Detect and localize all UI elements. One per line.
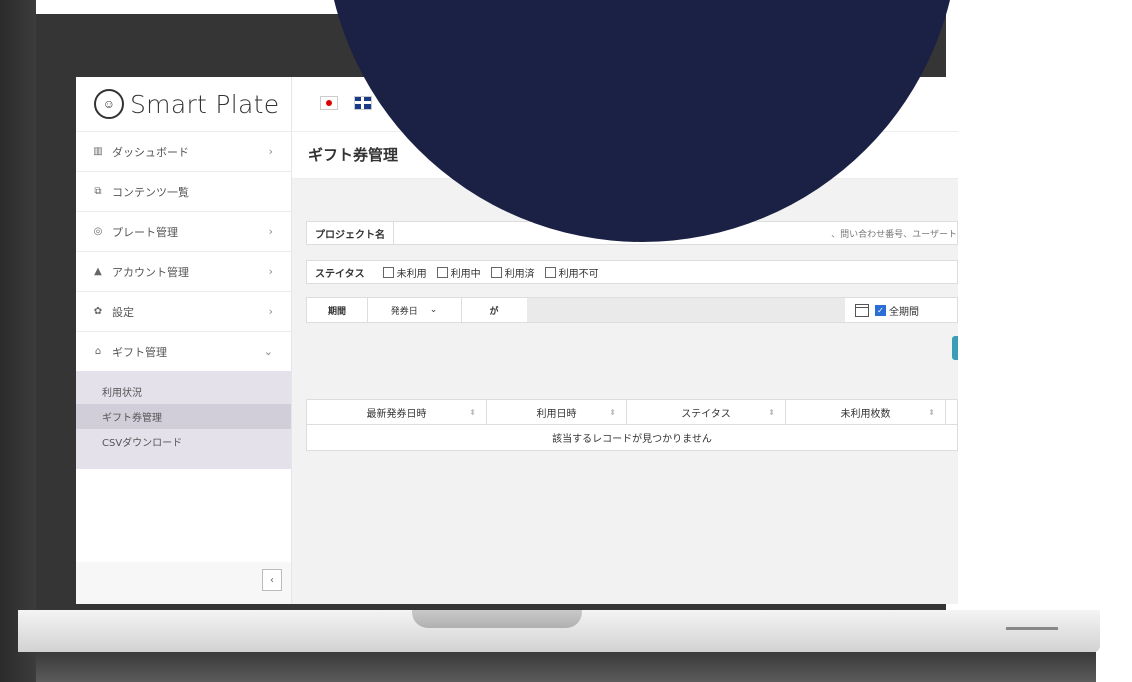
chevron-right-icon: › [268, 265, 273, 278]
table-header: 最新発券日時 ⬍ 利用日時 ⬍ ステイタス ⬍ 未利用枚数 ⬍ [306, 399, 958, 425]
sidebar-item-label: アカウント管理 [112, 265, 189, 279]
sort-icon: ⬍ [768, 407, 775, 417]
project-label: プロジェクト名 [307, 222, 394, 244]
checkbox-label: 利用不可 [558, 268, 599, 280]
gear-icon: ✿ [93, 306, 103, 317]
gift-voucher-table: 最新発券日時 ⬍ 利用日時 ⬍ ステイタス ⬍ 未利用枚数 ⬍ 該当するレコード… [306, 399, 958, 451]
sidebar-item-gift-management[interactable]: ⌂ ギフト管理 ⌄ [76, 331, 291, 371]
gift-submenu: 利用状況 ギフト券管理 CSVダウンロード [76, 371, 291, 469]
column-title: 利用日時 [536, 408, 577, 420]
column-title: 未利用枚数 [840, 408, 891, 420]
submenu-item-csv-download[interactable]: CSVダウンロード [76, 429, 291, 454]
chevron-right-icon: › [268, 225, 273, 238]
all-period-toggle[interactable]: ✓ 全期間 [855, 303, 919, 318]
select-value: 発券日 [390, 306, 418, 317]
app-logo[interactable]: ☺ Smart Plate [76, 77, 291, 131]
sidebar-item-label: ダッシュボード [112, 145, 189, 159]
checkbox-label: 全期間 [889, 307, 919, 318]
column-header[interactable]: 利用日時 ⬍ [487, 400, 627, 424]
sort-icon: ⬍ [609, 407, 616, 417]
column-header[interactable]: 未利用枚数 ⬍ [786, 400, 946, 424]
checkbox-icon [436, 266, 448, 278]
status-label: ステイタス [315, 268, 365, 280]
sidebar-footer [76, 562, 291, 604]
period-label: 期間 [307, 298, 368, 322]
search-button[interactable] [952, 336, 958, 360]
table-empty-row: 該当するレコードが見つかりません [306, 425, 958, 451]
laptop-bottom [36, 652, 1096, 682]
checkbox-icon [382, 266, 394, 278]
sidebar-item-label: 設定 [112, 305, 134, 319]
status-checkbox-used[interactable]: 利用済 [490, 265, 535, 280]
sidebar-item-plate-management[interactable]: ◎ プレート管理 › [76, 211, 291, 251]
status-checkbox-unused[interactable]: 未利用 [382, 265, 427, 280]
empty-message: 該当するレコードが見つかりません [552, 434, 712, 445]
submenu-item-gift-voucher[interactable]: ギフト券管理 [76, 404, 291, 429]
status-checkbox-unavailable[interactable]: 利用不可 [544, 265, 599, 280]
sidebar-item-account-management[interactable]: ▲ アカウント管理 › [76, 251, 291, 291]
checkbox-icon [544, 266, 556, 278]
period-ga-label: が [461, 298, 528, 322]
page-title: ギフト券管理 [308, 146, 399, 164]
checkbox-label: 未利用 [396, 268, 427, 280]
column-header[interactable]: 最新発券日時 ⬍ [307, 400, 487, 424]
column-header[interactable]: ステイタス ⬍ [627, 400, 786, 424]
column-title: ステイタス [681, 408, 731, 420]
status-filter-row: ステイタス 未利用 利用中 利用済 利用不可 [306, 260, 958, 284]
checkbox-label: 利用済 [504, 268, 535, 280]
sidebar-collapse-button[interactable]: ‹ [262, 569, 282, 591]
chevron-down-icon: ⌄ [263, 345, 273, 358]
status-checkbox-in-use[interactable]: 利用中 [436, 265, 481, 280]
content-icon: ⧉ [94, 186, 102, 197]
laptop-notch [412, 610, 582, 628]
sidebar-item-label: コンテンツ一覧 [112, 185, 189, 199]
laptop-frame-edge [0, 0, 36, 682]
period-filter-row: 期間 発券日 ⌄ が ✓ 全期間 [306, 297, 958, 323]
sort-icon: ⬍ [928, 407, 935, 417]
laptop-indicator [1006, 627, 1058, 630]
checkbox-icon [490, 266, 502, 278]
home-icon: ⌂ [94, 346, 102, 357]
checkbox-label: 利用中 [450, 268, 481, 280]
checkbox-checked-icon: ✓ [875, 305, 886, 316]
chevron-right-icon: › [268, 145, 273, 158]
period-date-input[interactable] [527, 298, 845, 322]
chevron-right-icon: › [268, 305, 273, 318]
sidebar-item-dashboard[interactable]: ▥ ダッシュボード › [76, 131, 291, 171]
chevron-down-icon: ⌄ [429, 305, 438, 315]
jp-flag-icon[interactable] [320, 96, 338, 110]
project-search-hint[interactable]: 、問い合わせ番号、ユーザート [831, 227, 957, 240]
sidebar-item-label: プレート管理 [112, 225, 178, 239]
logo-text: Smart Plate [130, 89, 280, 119]
sidebar: ☺ Smart Plate ▥ ダッシュボード › ⧉ コンテンツ一覧 ◎ プレ… [76, 77, 292, 604]
period-type-select[interactable]: 発券日 ⌄ [367, 298, 462, 322]
user-icon: ▲ [94, 266, 102, 277]
column-title: 最新発券日時 [366, 408, 427, 420]
uk-flag-icon[interactable] [354, 96, 372, 110]
calendar-icon [855, 304, 869, 317]
bar-chart-icon: ▥ [93, 146, 103, 157]
logo-icon: ☺ [94, 89, 124, 119]
sort-icon: ⬍ [469, 407, 476, 417]
sidebar-item-label: ギフト管理 [112, 345, 167, 359]
sidebar-item-settings[interactable]: ✿ 設定 › [76, 291, 291, 331]
all-period-checkbox[interactable]: ✓ 全期間 [875, 303, 919, 318]
plate-icon: ◎ [93, 226, 103, 237]
submenu-item-usage[interactable]: 利用状況 [76, 379, 291, 404]
sidebar-item-content-list[interactable]: ⧉ コンテンツ一覧 [76, 171, 291, 211]
